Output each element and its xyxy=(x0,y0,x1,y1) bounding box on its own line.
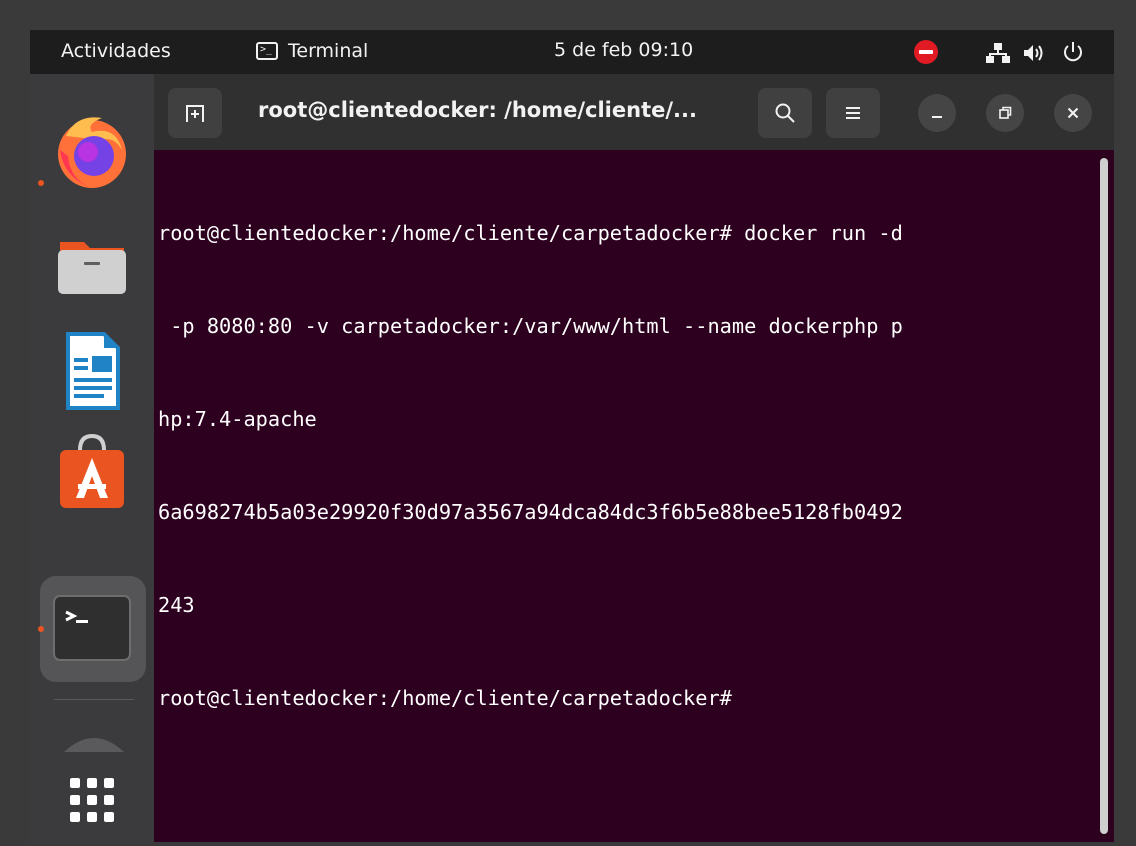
firefox-icon[interactable] xyxy=(46,106,138,198)
terminal-line: hp:7.4-apache xyxy=(158,407,317,431)
network-icon[interactable] xyxy=(986,42,1010,64)
terminal-line: 6a698274b5a03e29920f30d97a3567a94dca84dc… xyxy=(158,500,903,524)
writer-icon[interactable] xyxy=(46,324,138,416)
do-not-disturb-icon[interactable] xyxy=(914,40,938,64)
volume-icon[interactable] xyxy=(1022,42,1046,64)
minimize-button[interactable] xyxy=(918,94,956,132)
search-button[interactable] xyxy=(758,88,812,138)
files-icon[interactable] xyxy=(46,220,138,312)
terminal-line: -p 8080:80 -v carpetadocker:/var/www/htm… xyxy=(158,314,903,338)
trash-icon[interactable] xyxy=(60,730,128,752)
window-headerbar[interactable]: root@clientedocker: /home/cliente/... xyxy=(154,74,1114,150)
minimize-icon xyxy=(932,116,942,118)
terminal-app-icon[interactable] xyxy=(46,584,138,676)
close-button[interactable] xyxy=(1054,94,1092,132)
running-indicator xyxy=(38,626,44,632)
running-indicator xyxy=(38,180,44,186)
app-grid-icon[interactable] xyxy=(46,754,138,842)
app-menu-label: Terminal xyxy=(288,40,369,62)
terminal-line: root@clientedocker:/home/cliente/carpeta… xyxy=(158,221,903,245)
terminal-window: root@clientedocker: /home/cliente/... ro… xyxy=(154,74,1114,842)
top-panel: Actividades >_ Terminal 5 de feb 09:10 xyxy=(30,30,1114,74)
restore-icon xyxy=(999,106,1012,119)
terminal-line: 243 xyxy=(158,593,195,617)
activities-button[interactable]: Actividades xyxy=(61,40,171,62)
desktop: Actividades >_ Terminal 5 de feb 09:10 r… xyxy=(30,30,1114,842)
close-icon xyxy=(1067,107,1079,119)
menu-button[interactable] xyxy=(826,88,880,138)
search-icon xyxy=(775,103,795,123)
terminal-prompt-line: root@clientedocker:/home/cliente/carpeta… xyxy=(158,686,732,710)
maximize-button[interactable] xyxy=(986,94,1024,132)
system-tray[interactable] xyxy=(894,30,1114,74)
terminal-scrollbar[interactable] xyxy=(1100,158,1108,834)
terminal-output[interactable]: root@clientedocker:/home/cliente/carpeta… xyxy=(158,156,1088,836)
new-tab-button[interactable] xyxy=(168,88,222,138)
app-menu[interactable]: >_ Terminal xyxy=(256,40,368,62)
power-icon[interactable] xyxy=(1062,40,1084,64)
clock[interactable]: 5 de feb 09:10 xyxy=(554,39,693,61)
terminal-icon: >_ xyxy=(256,42,278,60)
software-center-icon[interactable] xyxy=(46,426,138,518)
new-tab-icon xyxy=(186,105,204,122)
window-title: root@clientedocker: /home/cliente/... xyxy=(258,98,697,122)
dock-separator xyxy=(54,699,134,700)
hamburger-icon xyxy=(846,107,860,119)
dock xyxy=(30,74,154,842)
